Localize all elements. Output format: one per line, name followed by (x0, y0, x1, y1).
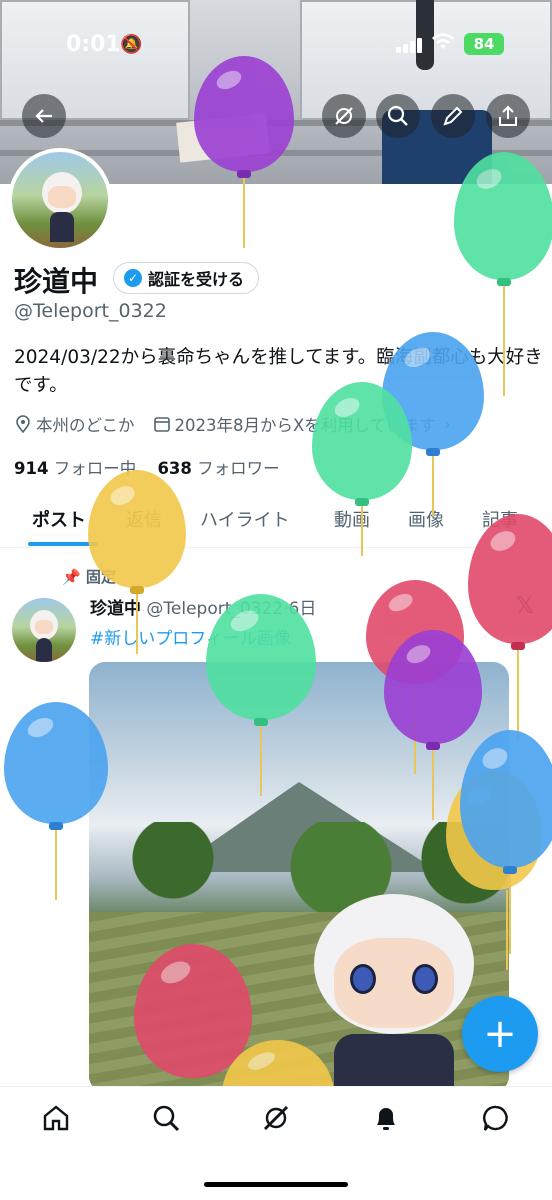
home-indicator (204, 1182, 348, 1187)
plush-doll (304, 894, 484, 1092)
back-arrow-icon[interactable] (22, 94, 66, 138)
status-time: 0:01 (66, 32, 121, 57)
chat-icon[interactable] (478, 1103, 514, 1139)
status-bar: 0:01 🔕 84 (0, 28, 552, 64)
tab-images[interactable]: 画像 (408, 506, 444, 532)
search-icon[interactable] (148, 1103, 184, 1139)
avatar[interactable] (8, 148, 112, 252)
plus-icon: + (483, 1011, 517, 1057)
verified-badge-icon: ✓ (124, 269, 142, 287)
edit-icon[interactable] (431, 94, 475, 138)
pin-icon: 📌 (62, 568, 81, 586)
bell-off-icon: 🔕 (120, 34, 143, 55)
calendar-icon (153, 417, 170, 432)
location-icon (16, 415, 30, 433)
search-icon[interactable] (376, 94, 420, 138)
battery-indicator: 84 (464, 33, 504, 55)
home-icon[interactable] (38, 1103, 74, 1139)
bell-icon[interactable] (368, 1103, 404, 1139)
share-icon[interactable] (486, 94, 530, 138)
get-verified-button[interactable]: ✓ 認証を受ける (113, 262, 260, 294)
wifi-icon (432, 32, 454, 56)
followers-link[interactable]: 638 フォロワー (157, 459, 279, 478)
tab-highlights[interactable]: ハイライト (200, 506, 290, 532)
display-name: 珍道中 (14, 265, 99, 298)
followers-label: フォロワー (197, 459, 280, 478)
compose-button[interactable]: + (462, 996, 538, 1072)
profile-handle: @Teleport_0322 (14, 300, 167, 322)
signal-icon (396, 34, 424, 53)
profile-location: 本州のどこか (36, 416, 135, 435)
grok-icon[interactable] (322, 94, 366, 138)
following-count: 914 (14, 459, 49, 478)
get-verified-label: 認証を受ける (148, 270, 245, 289)
tab-videos[interactable]: 動画 (334, 506, 370, 532)
tab-posts[interactable]: ポスト (32, 506, 86, 532)
profile-tabs: ポスト 返信 ハイライト 動画 画像 記事 (0, 498, 552, 548)
grok-icon[interactable] (258, 1103, 294, 1139)
followers-count: 638 (157, 459, 192, 478)
post-author: 珍道中 (90, 599, 141, 619)
post-avatar[interactable] (12, 598, 76, 662)
